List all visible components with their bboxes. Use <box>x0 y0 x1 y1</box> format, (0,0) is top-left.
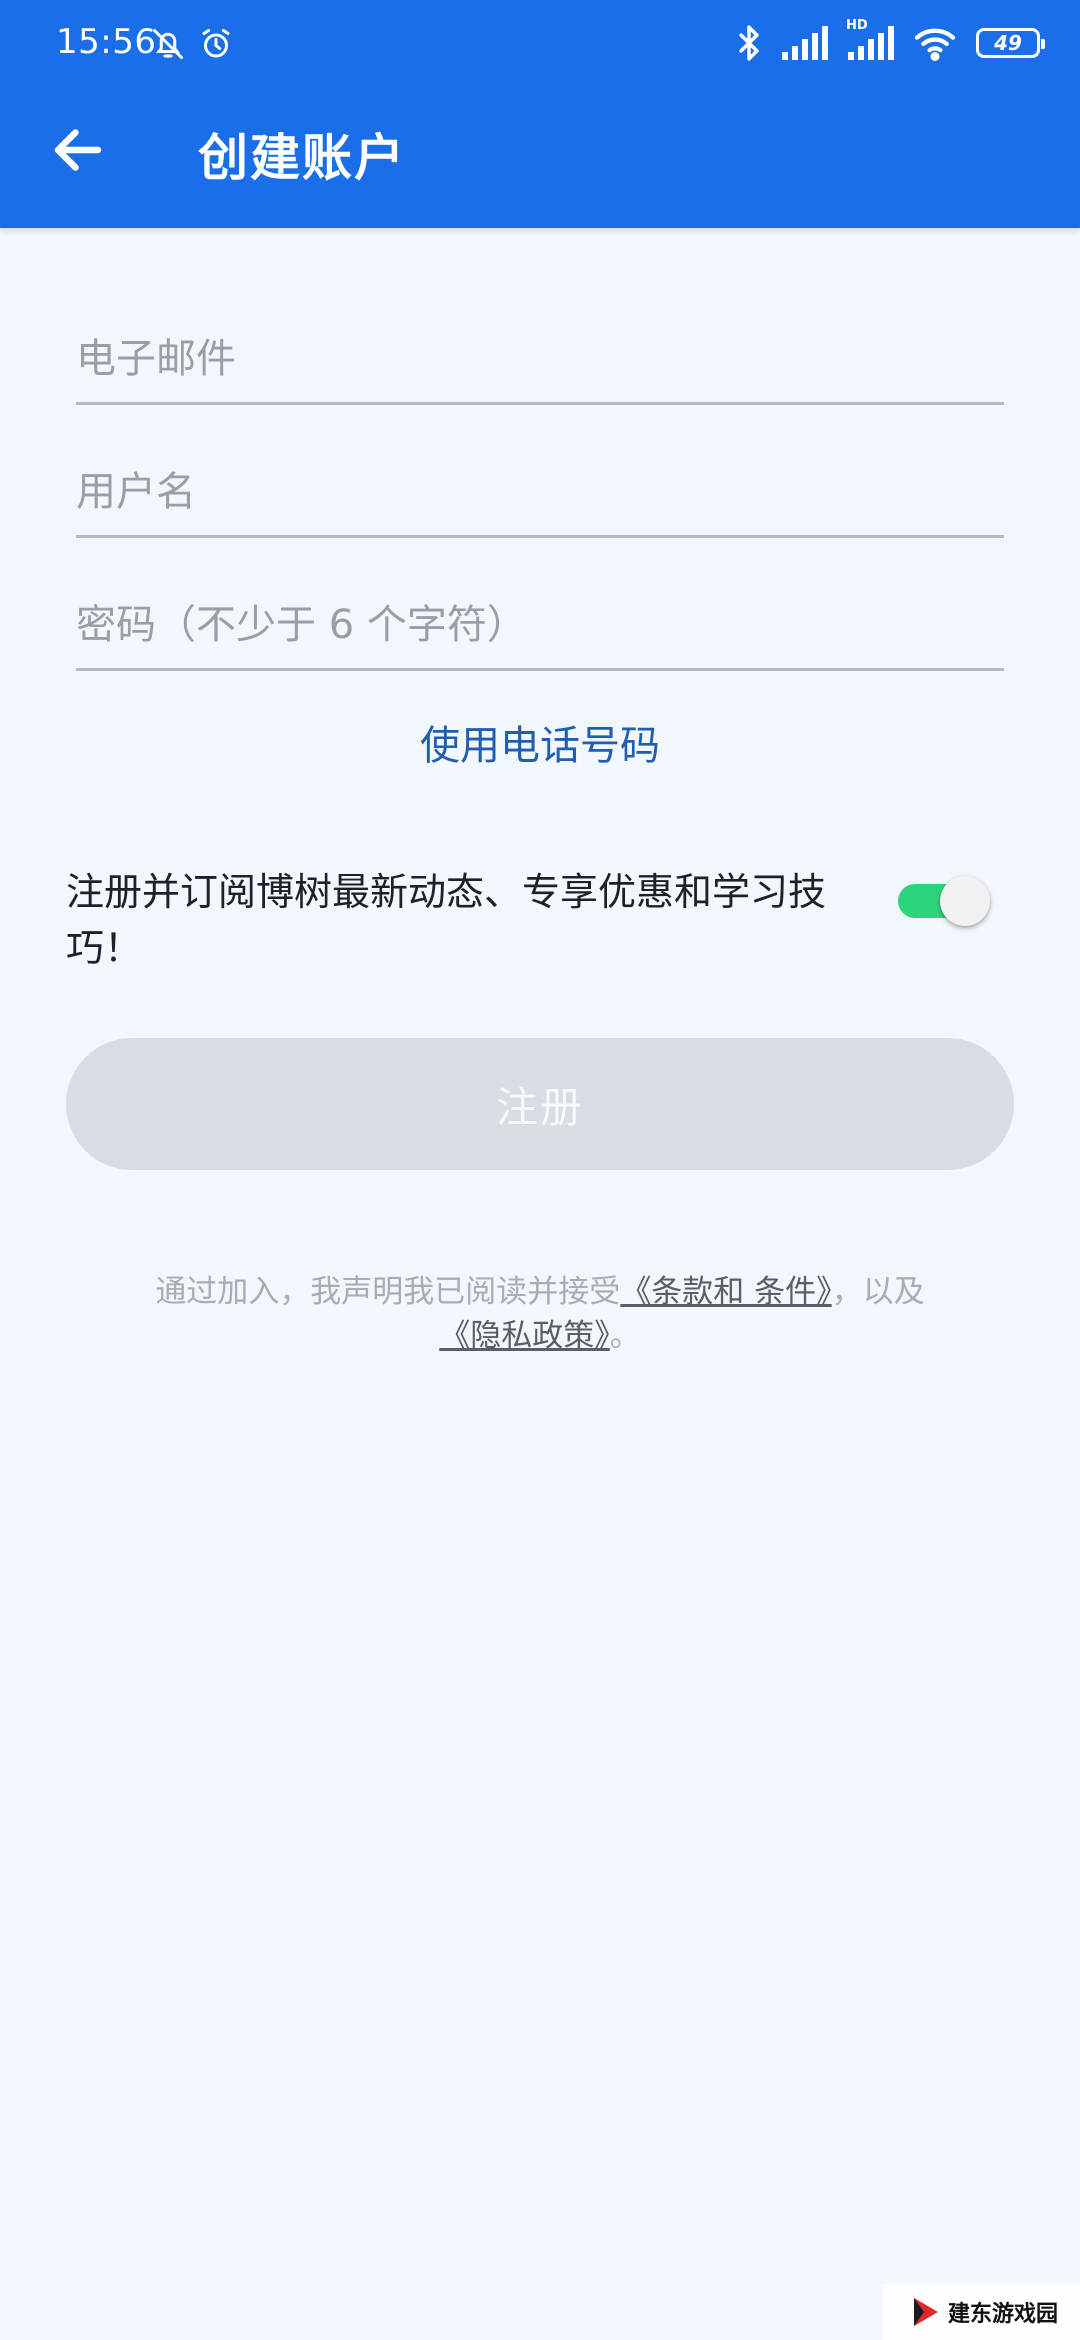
signal-icon <box>782 26 828 60</box>
app-bar: 15:56 HD 49 创建账户 <box>0 0 1080 228</box>
watermark: 建东游戏园 <box>882 2284 1080 2340</box>
hd-signal-icon: HD <box>846 18 894 60</box>
email-field-container <box>76 316 1004 405</box>
battery-icon: 49 <box>976 28 1045 58</box>
username-field[interactable] <box>76 449 1004 535</box>
status-left-icons <box>150 26 234 62</box>
status-time: 15:56 <box>56 22 157 62</box>
back-button[interactable] <box>48 120 108 180</box>
username-field-container <box>76 449 1004 538</box>
legal-notice: 通过加入，我声明我已阅读并接受《条款和 条件》，以及 《隐私政策》。 <box>0 1270 1080 1358</box>
privacy-link[interactable]: 《隐私政策》 <box>439 1318 610 1354</box>
alarm-icon <box>202 29 230 58</box>
legal-suffix: 。 <box>609 1318 641 1354</box>
password-field[interactable] <box>76 582 1004 668</box>
legal-middle: ，以及 <box>831 1274 925 1310</box>
arrow-left-icon <box>54 129 102 171</box>
use-phone-number-link[interactable]: 使用电话号码 <box>0 713 1080 771</box>
play-logo-icon <box>914 2298 938 2326</box>
watermark-text: 建东游戏园 <box>948 2302 1059 2327</box>
email-field[interactable] <box>76 316 1004 402</box>
toggle-knob <box>940 876 990 926</box>
page-title: 创建账户 <box>198 129 406 187</box>
wifi-icon <box>914 28 956 61</box>
register-button[interactable]: 注册 <box>66 1038 1014 1170</box>
subscribe-label: 注册并订阅博树最新动态、专享优惠和学习技巧！ <box>66 870 827 970</box>
subscribe-toggle[interactable] <box>898 876 990 926</box>
legal-prefix: 通过加入，我声明我已阅读并接受 <box>155 1274 621 1310</box>
bell-off-icon <box>153 29 183 59</box>
terms-link[interactable]: 《条款和 条件》 <box>620 1274 831 1310</box>
bluetooth-icon <box>739 25 759 61</box>
password-field-container <box>76 582 1004 671</box>
battery-level: 49 <box>994 31 1022 55</box>
status-right-icons: HD 49 <box>736 18 1045 62</box>
